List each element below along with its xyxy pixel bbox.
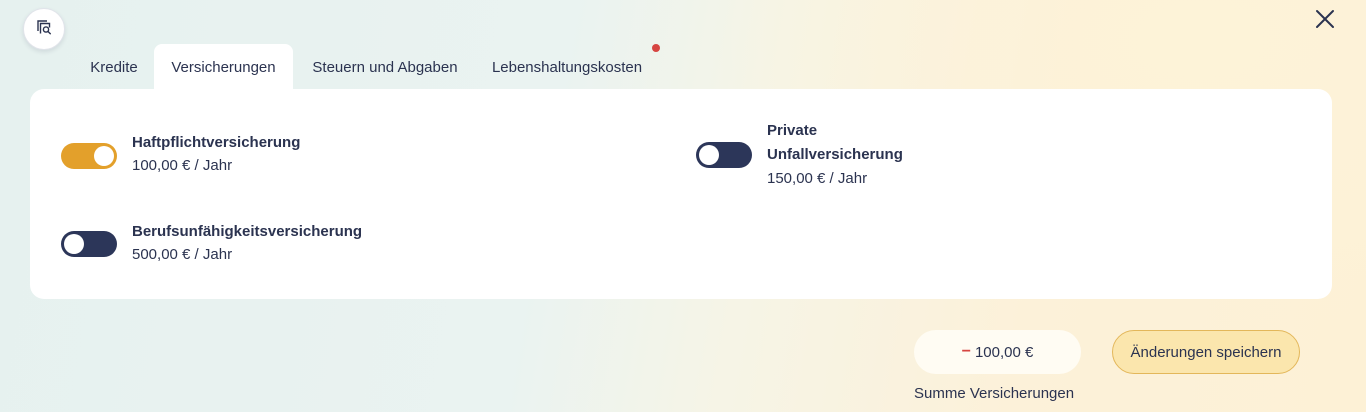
toggle-berufsunfaehigkeitsversicherung[interactable] bbox=[61, 231, 117, 257]
insurance-price: 150,00 € / Jahr bbox=[767, 170, 868, 187]
close-icon bbox=[1315, 9, 1335, 34]
insurance-panel: Haftpflichtversicherung 100,00 € / Jahr … bbox=[30, 89, 1332, 299]
minus-sign: − bbox=[961, 343, 971, 360]
insurance-name: Berufsunfähigkeitsversicherung bbox=[132, 223, 363, 240]
toggle-haftpflichtversicherung[interactable] bbox=[61, 143, 117, 169]
toggle-knob bbox=[64, 234, 84, 254]
toggle-knob bbox=[699, 145, 719, 165]
tab-versicherungen[interactable]: Versicherungen bbox=[154, 44, 293, 90]
save-changes-button[interactable]: Änderungen speichern bbox=[1112, 330, 1300, 374]
insurance-price: 500,00 € / Jahr bbox=[132, 246, 233, 263]
tab-kredite[interactable]: Kredite bbox=[78, 44, 150, 90]
search-button[interactable] bbox=[23, 8, 65, 50]
insurance-name-line1: Private bbox=[767, 122, 818, 139]
insurance-price: 100,00 € / Jahr bbox=[132, 157, 233, 174]
sum-label: Summe Versicherungen bbox=[914, 385, 1075, 402]
search-document-icon bbox=[35, 18, 53, 41]
toggle-knob bbox=[94, 146, 114, 166]
close-button[interactable] bbox=[1310, 6, 1340, 36]
sum-amount: 100,00 € bbox=[974, 343, 1034, 361]
toggle-unfallversicherung[interactable] bbox=[696, 142, 752, 168]
tab-steuern-und-abgaben[interactable]: Steuern und Abgaben bbox=[296, 44, 474, 90]
insurance-name-line2: Unfallversicherung bbox=[767, 146, 903, 163]
sum-value: − 100,00 € bbox=[914, 330, 1081, 374]
notification-dot bbox=[652, 44, 660, 52]
insurance-name: Haftpflichtversicherung bbox=[132, 134, 301, 151]
tab-lebenshaltungskosten[interactable]: Lebenshaltungskosten bbox=[476, 44, 658, 90]
